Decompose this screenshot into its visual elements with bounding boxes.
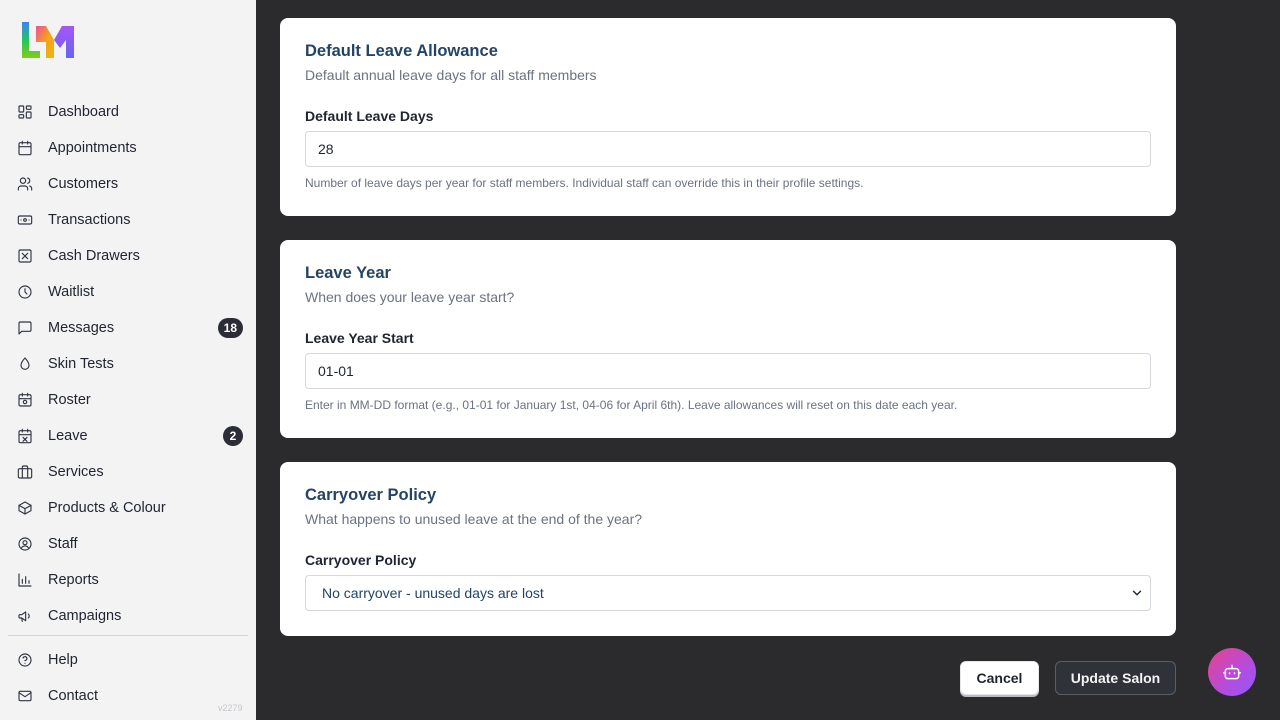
- sidebar-bottom-nav: Help Contact: [8, 642, 248, 714]
- package-icon: [16, 499, 34, 517]
- megaphone-icon: [16, 607, 34, 625]
- default-leave-days-input[interactable]: [305, 131, 1151, 167]
- field-label: Default Leave Days: [305, 108, 434, 124]
- users-icon: [16, 175, 34, 193]
- sidebar-item-transactions[interactable]: Transactions: [8, 202, 248, 238]
- leave-year-start-input[interactable]: [305, 353, 1151, 389]
- section-description: What happens to unused leave at the end …: [305, 511, 643, 527]
- sidebar-item-waitlist[interactable]: Waitlist: [8, 274, 248, 310]
- sidebar-item-label: Help: [48, 652, 78, 668]
- sidebar-item-cash-drawers[interactable]: Cash Drawers: [8, 238, 248, 274]
- sidebar-item-label: Appointments: [48, 140, 137, 156]
- section-title: Leave Year: [305, 264, 391, 282]
- sidebar-item-messages[interactable]: Messages 18: [8, 310, 248, 346]
- carryover-policy-select[interactable]: No carryover - unused days are lost: [305, 575, 1151, 611]
- sidebar-item-appointments[interactable]: Appointments: [8, 130, 248, 166]
- select-value: No carryover - unused days are lost: [322, 585, 544, 601]
- message-icon: [16, 319, 34, 337]
- sidebar-item-contact[interactable]: Contact: [8, 678, 248, 714]
- chevron-down-icon: [1132, 590, 1142, 596]
- sidebar-item-label: Services: [48, 464, 104, 480]
- carryover-policy-card: Carryover Policy What happens to unused …: [280, 462, 1176, 636]
- ai-assistant-button[interactable]: [1208, 648, 1256, 696]
- field-help-text: Enter in MM-DD format (e.g., 01-01 for J…: [305, 398, 958, 412]
- section-description: Default annual leave days for all staff …: [305, 67, 597, 83]
- lm-logo[interactable]: [22, 22, 76, 58]
- sidebar-item-dashboard[interactable]: Dashboard: [8, 94, 248, 130]
- sidebar-item-label: Customers: [48, 176, 119, 192]
- sidebar-item-customers[interactable]: Customers: [8, 166, 248, 202]
- sidebar-item-label: Cash Drawers: [48, 248, 140, 264]
- section-title: Carryover Policy: [305, 486, 437, 504]
- sidebar-item-services[interactable]: Services: [8, 454, 248, 490]
- sidebar-nav: Dashboard Appointments Customers Transac…: [8, 94, 248, 634]
- sidebar-item-roster[interactable]: Roster: [8, 382, 248, 418]
- sidebar-divider: [8, 635, 248, 636]
- sidebar-item-label: Products & Colour: [48, 500, 166, 516]
- field-label: Leave Year Start: [305, 330, 414, 346]
- sidebar-item-label: Contact: [48, 688, 98, 704]
- sidebar-item-label: Skin Tests: [48, 356, 114, 372]
- sidebar-item-staff[interactable]: Staff: [8, 526, 248, 562]
- roster-icon: [16, 391, 34, 409]
- sidebar-item-skin-tests[interactable]: Skin Tests: [8, 346, 248, 382]
- section-title: Default Leave Allowance: [305, 42, 498, 60]
- version-label: v2279: [218, 703, 243, 713]
- bot-icon: [1222, 664, 1242, 680]
- sidebar-item-leave[interactable]: Leave 2: [8, 418, 248, 454]
- sidebar-item-label: Leave: [48, 428, 88, 444]
- sidebar-item-products-colour[interactable]: Products & Colour: [8, 490, 248, 526]
- sidebar-item-label: Campaigns: [48, 608, 122, 624]
- briefcase-icon: [16, 463, 34, 481]
- sidebar-item-label: Dashboard: [48, 104, 119, 120]
- sidebar-item-label: Roster: [48, 392, 91, 408]
- cash-drawer-icon: [16, 247, 34, 265]
- sidebar-item-campaigns[interactable]: Campaigns: [8, 598, 248, 634]
- sidebar-item-label: Waitlist: [48, 284, 95, 300]
- sidebar-item-help[interactable]: Help: [8, 642, 248, 678]
- bar-chart-icon: [16, 571, 34, 589]
- cancel-button[interactable]: Cancel: [960, 661, 1039, 695]
- sidebar-item-label: Messages: [48, 320, 115, 336]
- sidebar-item-label: Transactions: [48, 212, 131, 228]
- sidebar-item-label: Reports: [48, 572, 99, 588]
- sidebar-item-reports[interactable]: Reports: [8, 562, 248, 598]
- droplet-icon: [16, 355, 34, 373]
- clock-icon: [16, 283, 34, 301]
- update-salon-button[interactable]: Update Salon: [1055, 661, 1176, 695]
- sidebar: Dashboard Appointments Customers Transac…: [0, 0, 256, 720]
- banknote-icon: [16, 211, 34, 229]
- leave-count-badge: 2: [223, 426, 243, 446]
- calendar-icon: [16, 139, 34, 157]
- user-circle-icon: [16, 535, 34, 553]
- sidebar-item-label: Staff: [48, 536, 78, 552]
- field-label: Carryover Policy: [305, 552, 417, 568]
- calendar-off-icon: [16, 427, 34, 445]
- messages-count-badge: 18: [217, 318, 243, 338]
- leave-allowance-card: Default Leave Allowance Default annual l…: [280, 18, 1176, 216]
- section-description: When does your leave year start?: [305, 289, 515, 305]
- leave-year-card: Leave Year When does your leave year sta…: [280, 240, 1176, 438]
- help-circle-icon: [16, 651, 34, 669]
- field-help-text: Number of leave days per year for staff …: [305, 176, 864, 190]
- dashboard-icon: [16, 103, 34, 121]
- mail-icon: [16, 687, 34, 705]
